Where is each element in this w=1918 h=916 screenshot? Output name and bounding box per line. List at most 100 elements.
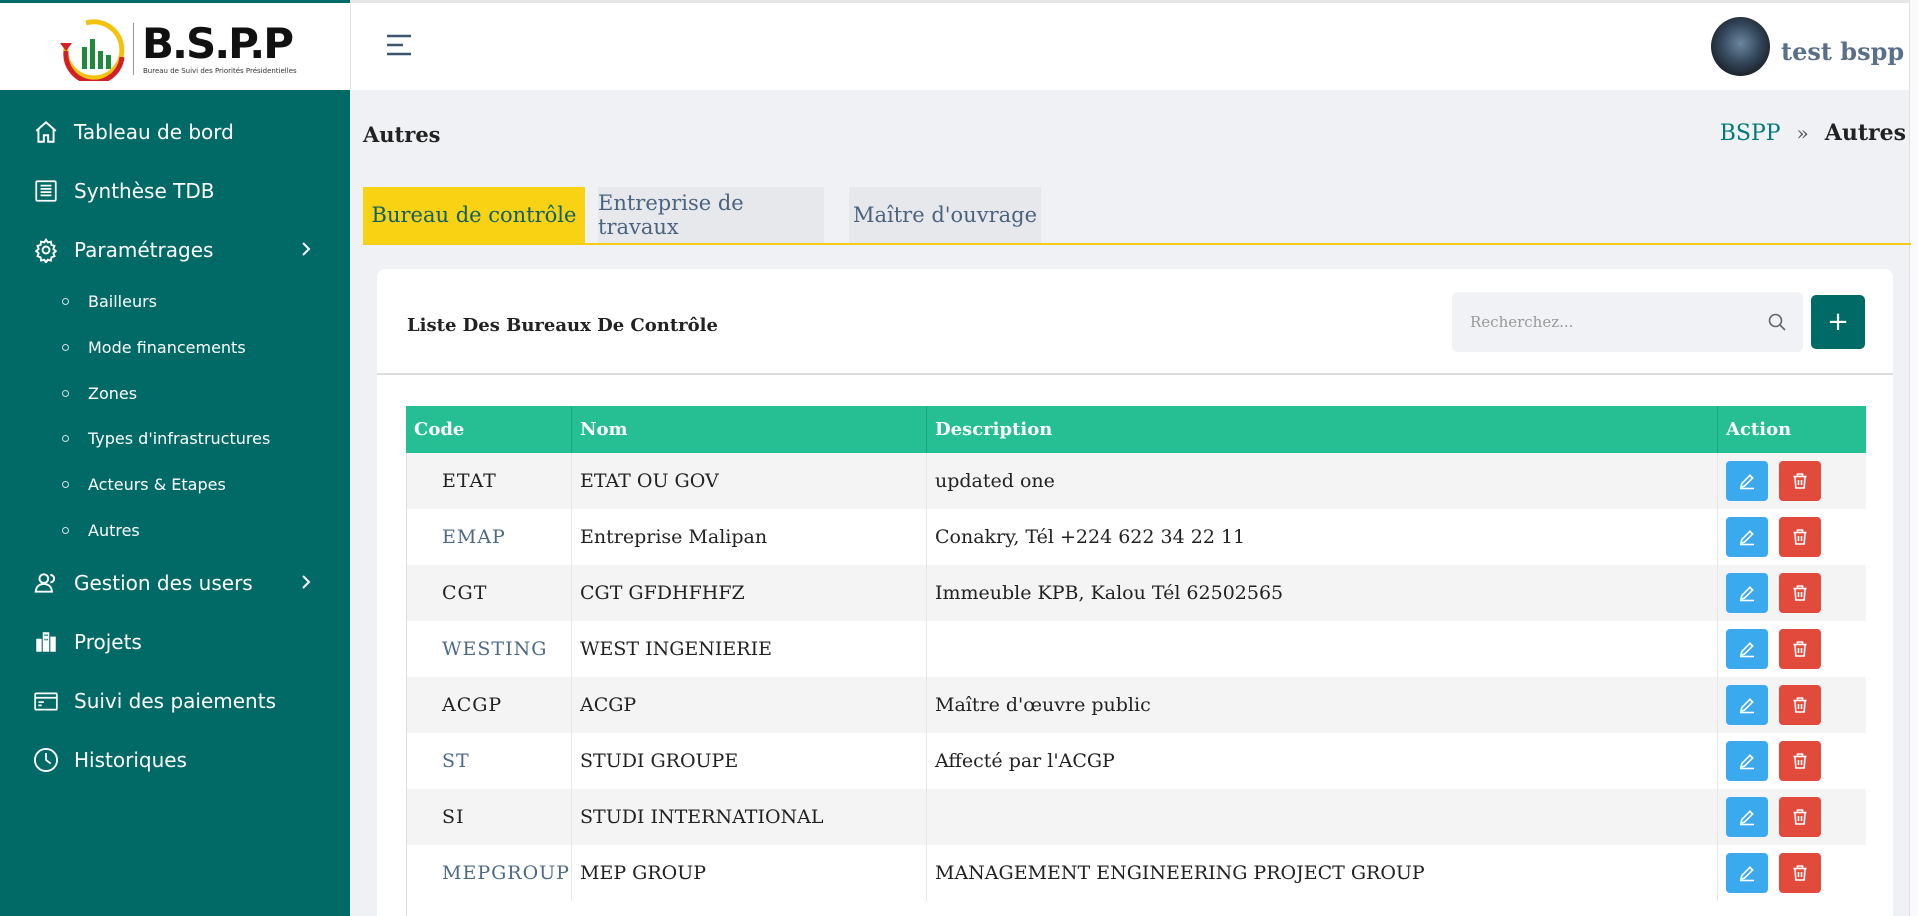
cell-description: MANAGEMENT ENGINEERING PROJECT GROUP xyxy=(927,845,1718,901)
cell-description: Maître d'œuvre public xyxy=(927,677,1718,733)
trash-icon xyxy=(1793,809,1807,825)
breadcrumb-current: Autres xyxy=(1824,120,1906,146)
edit-button[interactable] xyxy=(1726,685,1768,725)
cell-action xyxy=(1718,789,1866,845)
tab-entreprise-de-travaux[interactable]: Entreprise de travaux xyxy=(598,187,824,243)
table-row: CGT CGT GFDHFHFZ Immeuble KPB, Kalou Tél… xyxy=(406,565,1866,621)
breadcrumb: BSPP » Autres xyxy=(1720,120,1906,146)
pencil-icon xyxy=(1739,474,1754,490)
sidebar-item-label: Gestion des users xyxy=(74,570,253,595)
sidebar-item-gestion-users[interactable]: Gestion des users xyxy=(0,553,350,612)
cell-nom: STUDI INTERNATIONAL xyxy=(572,789,927,845)
scrollbar[interactable] xyxy=(1909,0,1918,916)
sidebar-item-projets[interactable]: Projets xyxy=(0,612,350,671)
cell-description: updated one xyxy=(927,453,1718,509)
add-button[interactable]: + xyxy=(1811,295,1865,349)
delete-button[interactable] xyxy=(1779,573,1821,613)
gear-icon xyxy=(32,236,60,264)
edit-button[interactable] xyxy=(1726,797,1768,837)
delete-button[interactable] xyxy=(1779,685,1821,725)
trash-icon xyxy=(1793,641,1807,657)
bullet-icon xyxy=(62,526,69,534)
sidebar-subitem-acteurs-etapes[interactable]: Acteurs & Etapes xyxy=(0,462,350,508)
table-body: ETAT ETAT OU GOV updated one EMAP Entrep… xyxy=(406,453,1866,901)
history-icon xyxy=(32,746,60,774)
sidebar-subitem-label: Bailleurs xyxy=(88,292,158,312)
sidebar-item-suivi-paiements[interactable]: Suivi des paiements xyxy=(0,671,350,730)
cell-code: MEPGROUP xyxy=(406,845,572,901)
cell-nom: CGT GFDHFHFZ xyxy=(572,565,927,621)
delete-button[interactable] xyxy=(1779,461,1821,501)
cell-code: EMAP xyxy=(406,509,572,565)
table-row: ACGP ACGP Maître d'œuvre public xyxy=(406,677,1866,733)
trash-icon xyxy=(1793,865,1807,881)
cell-code: CGT xyxy=(406,565,572,621)
search-icon[interactable] xyxy=(1767,312,1787,332)
logo-text: B.S.P.P xyxy=(142,19,294,68)
sidebar-subitem-zones[interactable]: Zones xyxy=(0,370,350,416)
cell-description xyxy=(927,621,1718,677)
chevron-right-icon xyxy=(302,242,311,256)
sidebar-subitem-types-infrastructures[interactable]: Types d'infrastructures xyxy=(0,416,350,462)
edit-button[interactable] xyxy=(1726,629,1768,669)
edit-button[interactable] xyxy=(1726,741,1768,781)
column-header-action: Action xyxy=(1726,419,1792,440)
delete-button[interactable] xyxy=(1779,797,1821,837)
table-header: Code Nom Description Action xyxy=(406,406,1866,453)
sidebar-subitem-mode-financements[interactable]: Mode financements xyxy=(0,325,350,371)
sidebar-item-parametrages[interactable]: Paramétrages xyxy=(0,220,350,279)
user-name[interactable]: test bspp xyxy=(1781,37,1904,66)
bullet-icon xyxy=(62,344,69,352)
delete-button[interactable] xyxy=(1779,517,1821,557)
cell-description: Immeuble KPB, Kalou Tél 62502565 xyxy=(927,565,1718,621)
sidebar-item-synthese-tdb[interactable]: Synthèse TDB xyxy=(0,161,350,220)
sidebar-item-tableau-de-bord[interactable]: Tableau de bord xyxy=(0,102,350,161)
cell-code: WESTING xyxy=(406,621,572,677)
table-left-border xyxy=(406,453,407,916)
tab-maitre-ouvrage[interactable]: Maître d'ouvrage xyxy=(849,187,1041,243)
logo-icon xyxy=(60,19,125,81)
data-table: Code Nom Description Action ETAT ETAT OU… xyxy=(406,406,1866,901)
bullet-icon xyxy=(62,298,69,306)
cell-action xyxy=(1718,845,1866,901)
column-header-nom[interactable]: Nom xyxy=(572,406,927,453)
cell-nom: ACGP xyxy=(572,677,927,733)
users-icon xyxy=(32,569,60,597)
sidebar: B.S.P.P Bureau de Suivi des Priorités Pr… xyxy=(0,0,350,916)
delete-button[interactable] xyxy=(1779,741,1821,781)
edit-button[interactable] xyxy=(1726,461,1768,501)
edit-button[interactable] xyxy=(1726,573,1768,613)
edit-button[interactable] xyxy=(1726,853,1768,893)
delete-button[interactable] xyxy=(1779,629,1821,669)
column-header-description[interactable]: Description xyxy=(927,406,1718,453)
cell-action xyxy=(1718,565,1866,621)
avatar[interactable] xyxy=(1711,17,1770,76)
card-title: Liste Des Bureaux De Contrôle xyxy=(407,315,718,336)
sidebar-subitem-label: Acteurs & Etapes xyxy=(88,475,226,495)
delete-button[interactable] xyxy=(1779,853,1821,893)
chevron-right-icon xyxy=(302,575,311,589)
logo-area[interactable]: B.S.P.P Bureau de Suivi des Priorités Pr… xyxy=(0,3,350,90)
column-header-code[interactable]: Code xyxy=(406,406,572,453)
cell-code: ETAT xyxy=(406,453,572,509)
sidebar-item-label: Projets xyxy=(74,629,142,654)
pencil-icon xyxy=(1739,754,1754,770)
cell-action xyxy=(1718,677,1866,733)
edit-button[interactable] xyxy=(1726,517,1768,557)
sidebar-subitem-autres[interactable]: Autres xyxy=(0,507,350,553)
cell-code: SI xyxy=(406,789,572,845)
sidebar-subitem-bailleurs[interactable]: Bailleurs xyxy=(0,279,350,325)
search-box xyxy=(1452,292,1803,352)
search-input[interactable] xyxy=(1452,292,1752,352)
cell-nom: WEST INGENIERIE xyxy=(572,621,927,677)
table-row: MEPGROUP MEP GROUP MANAGEMENT ENGINEERIN… xyxy=(406,845,1866,901)
hamburger-menu-icon[interactable] xyxy=(385,33,413,57)
card-header: Liste Des Bureaux De Contrôle + xyxy=(377,269,1893,375)
tab-bureau-de-controle[interactable]: Bureau de contrôle xyxy=(363,187,585,243)
double-chevron-right-icon: » xyxy=(1796,121,1809,145)
top-header: test bspp xyxy=(350,3,1918,90)
breadcrumb-root-link[interactable]: BSPP xyxy=(1720,121,1781,146)
pencil-icon xyxy=(1739,698,1754,714)
sidebar-item-historiques[interactable]: Historiques xyxy=(0,730,350,789)
table-row: EMAP Entreprise Malipan Conakry, Tél +22… xyxy=(406,509,1866,565)
